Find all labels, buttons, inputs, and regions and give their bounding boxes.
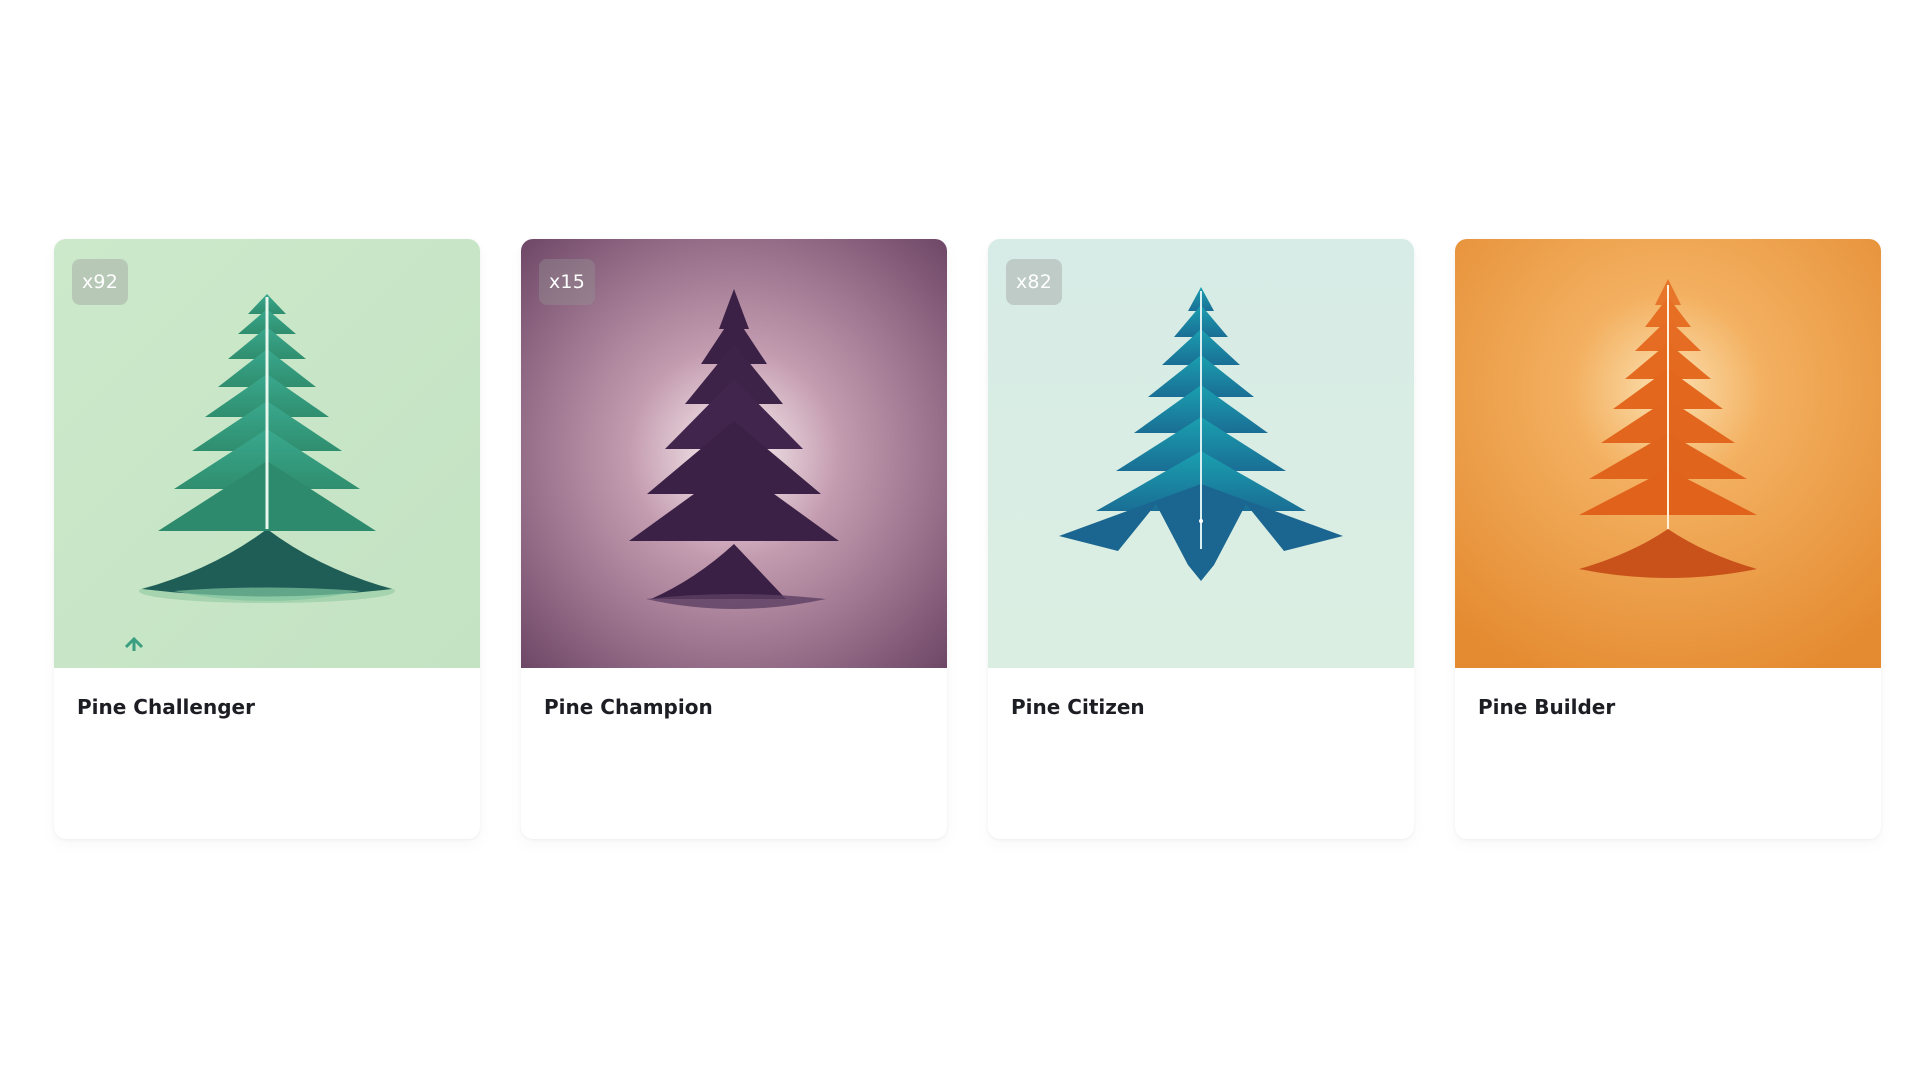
card-artwork[interactable]: x82 [988, 239, 1414, 668]
card-artwork[interactable] [1455, 239, 1881, 668]
nft-card-pine-challenger[interactable]: x92 Pine Challenger [54, 239, 480, 839]
edition-count-badge: x15 [539, 259, 595, 305]
edition-count-badge: x92 [72, 259, 128, 305]
card-title[interactable]: Pine Challenger [77, 695, 255, 719]
card-artwork[interactable]: x15 [521, 239, 947, 668]
card-title[interactable]: Pine Champion [544, 695, 713, 719]
card-title[interactable]: Pine Builder [1478, 695, 1615, 719]
nft-card-pine-citizen[interactable]: x82 Pine Citizen [988, 239, 1414, 839]
collection-grid: x92 Pine Challenger x15 Pine Champion x8… [54, 239, 1881, 839]
nft-card-pine-builder[interactable]: Pine Builder [1455, 239, 1881, 839]
nft-card-pine-champion[interactable]: x15 Pine Champion [521, 239, 947, 839]
card-title[interactable]: Pine Citizen [1011, 695, 1145, 719]
card-artwork[interactable]: x92 [54, 239, 480, 668]
orange-pine-tree-icon [1455, 239, 1881, 668]
edition-count-badge: x82 [1006, 259, 1062, 305]
